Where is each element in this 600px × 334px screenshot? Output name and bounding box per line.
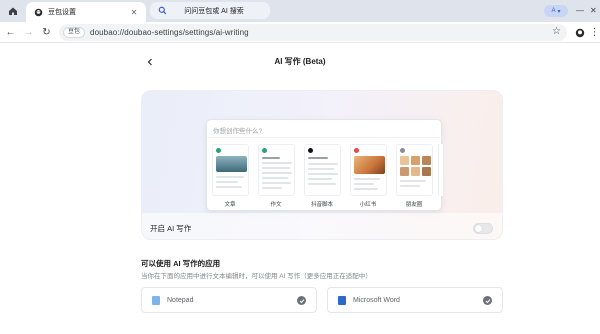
preview-card-douyin-script bbox=[304, 144, 341, 196]
card-label: 作文 bbox=[270, 202, 282, 208]
preview-card-overflow bbox=[438, 144, 443, 196]
tab-title: 问问豆包或 AI 搜索 bbox=[184, 7, 244, 15]
page-title: AI 写作 (Beta) bbox=[274, 57, 326, 66]
card-label: 文章 bbox=[224, 202, 236, 208]
doubao-extension-icon[interactable] bbox=[573, 26, 586, 39]
tab-title: 豆包设置 bbox=[48, 9, 76, 16]
ai-writing-hero-card: 你想创作些什么? 文章 作文 抖音脚本 小红书 朋友圈 开启 AI 写作 bbox=[141, 90, 503, 240]
arrow-left-icon[interactable]: ← bbox=[4, 26, 17, 39]
preview-card-xiaohongshu bbox=[350, 144, 387, 196]
close-tab-icon[interactable]: ✕ bbox=[129, 7, 139, 17]
star-icon[interactable]: ☆ bbox=[552, 26, 561, 37]
search-icon bbox=[157, 6, 167, 16]
preview-card-article bbox=[212, 144, 249, 196]
notepad-icon bbox=[152, 296, 160, 305]
preview-cards: 文章 作文 抖音脚本 小红书 朋友圈 bbox=[212, 144, 438, 208]
navigation-bar: ← → ↻ 豆包 doubao://doubao-settings/settin… bbox=[0, 22, 600, 43]
card-label: 朋友圈 bbox=[405, 202, 423, 208]
apps-section-title: 可以使用 AI 写作的应用 bbox=[141, 259, 221, 268]
minimize-icon[interactable]: — bbox=[576, 6, 584, 15]
enable-ai-writing-row: 开启 AI 写作 bbox=[142, 213, 502, 239]
check-icon bbox=[483, 296, 492, 305]
url-text[interactable]: doubao://doubao-settings/settings/ai-wri… bbox=[90, 28, 249, 37]
site-chip[interactable]: 豆包 bbox=[63, 27, 86, 38]
address-bar[interactable]: 豆包 doubao://doubao-settings/settings/ai-… bbox=[59, 24, 567, 41]
profile-letter: A bbox=[551, 8, 556, 14]
card-label: 抖音脚本 bbox=[310, 202, 333, 208]
card-label: 小红书 bbox=[359, 202, 377, 208]
enable-ai-writing-label: 开启 AI 写作 bbox=[150, 224, 192, 233]
preview-card-essay bbox=[258, 144, 295, 196]
microsoft-word-icon bbox=[338, 296, 346, 305]
toggle-knob bbox=[475, 225, 482, 232]
home-icon bbox=[9, 7, 17, 15]
profile-menu-button[interactable]: A ▾ bbox=[544, 5, 568, 17]
doubao-favicon-icon bbox=[33, 7, 43, 17]
preview-window-illustration: 你想创作些什么? 文章 作文 抖音脚本 小红书 朋友圈 bbox=[206, 119, 443, 211]
check-icon bbox=[297, 296, 306, 305]
app-row-notepad[interactable]: Notepad bbox=[141, 287, 317, 313]
tab-doubao-settings[interactable]: 豆包设置 ✕ bbox=[26, 2, 146, 22]
enable-ai-writing-toggle[interactable] bbox=[473, 223, 493, 234]
preview-search-placeholder: 你想创作些什么? bbox=[207, 120, 443, 138]
app-row-microsoft-word[interactable]: Microsoft Word bbox=[327, 287, 503, 313]
settings-page: AI 写作 (Beta) 你想创作些什么? 文章 作文 抖音脚本 小红书 朋友圈… bbox=[0, 44, 600, 334]
arrow-right-icon[interactable]: → bbox=[22, 26, 35, 39]
chevron-down-icon: ▾ bbox=[557, 8, 561, 15]
reload-icon[interactable]: ↻ bbox=[40, 26, 53, 39]
home-button[interactable] bbox=[5, 4, 21, 18]
tab-bar: 豆包设置 ✕ 问问豆包或 AI 搜索 A ▾ — ✕ bbox=[0, 0, 600, 22]
tab-ask-doubao[interactable]: 问问豆包或 AI 搜索 bbox=[150, 2, 270, 19]
app-name: Notepad bbox=[167, 297, 194, 304]
preview-card-moments bbox=[396, 144, 433, 196]
close-window-icon[interactable]: ✕ bbox=[590, 6, 597, 15]
apps-section-description: 当你在下面的应用中进行文本编辑时，可以使用 AI 写作（更多应用正在适配中） bbox=[141, 273, 372, 280]
app-name: Microsoft Word bbox=[353, 297, 400, 304]
more-vertical-icon[interactable]: ⋮ bbox=[588, 26, 600, 39]
